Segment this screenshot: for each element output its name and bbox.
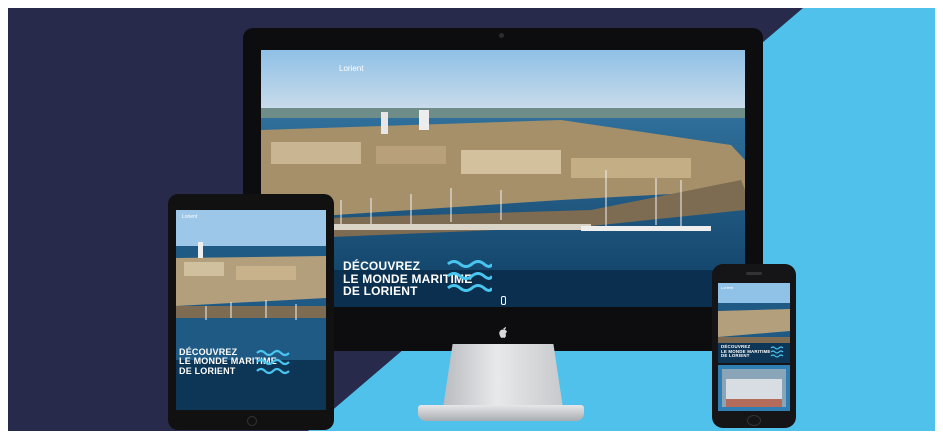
waves-icon (770, 346, 784, 358)
hero-line-3: DE LORIENT (721, 353, 750, 359)
phone-screen: Lorient DÉCOUVREZ LE MONDE MARITIME DE L… (718, 283, 790, 411)
phone-home-button[interactable] (747, 415, 761, 426)
monitor-stand-neck (443, 344, 563, 408)
monitor-stand-foot (418, 405, 584, 421)
site-logo[interactable]: Lorient (182, 214, 197, 220)
phone-speaker (746, 272, 762, 275)
harbor-aerial-photo (176, 210, 326, 410)
tablet-device: Lorient DÉCOUVREZ LE MONDE MARITIME DE L… (168, 194, 334, 430)
site-logo-text: Lorient (182, 214, 198, 220)
webcam-dot (499, 33, 504, 38)
waves-icon (256, 349, 290, 375)
showcase-banner: Lorient DÉCOUVREZ LE MONDE MARITIME DE L… (8, 8, 935, 431)
smartphone-device: Lorient DÉCOUVREZ LE MONDE MARITIME DE L… (712, 264, 796, 428)
scroll-indicator-icon[interactable] (501, 296, 506, 305)
tablet-screen: Lorient DÉCOUVREZ LE MONDE MARITIME DE L… (176, 210, 326, 410)
site-logo[interactable]: Lorient (721, 285, 733, 290)
site-logo-text: Lorient (339, 64, 364, 73)
apple-logo-icon (499, 327, 507, 338)
waves-icon (447, 260, 492, 292)
hero-heading: DÉCOUVREZ LE MONDE MARITIME DE LORIENT (721, 344, 771, 359)
site-logo-text: Lorient (721, 285, 734, 290)
site-logo[interactable]: Lorient (339, 64, 363, 73)
tablet-home-button[interactable] (247, 416, 257, 426)
